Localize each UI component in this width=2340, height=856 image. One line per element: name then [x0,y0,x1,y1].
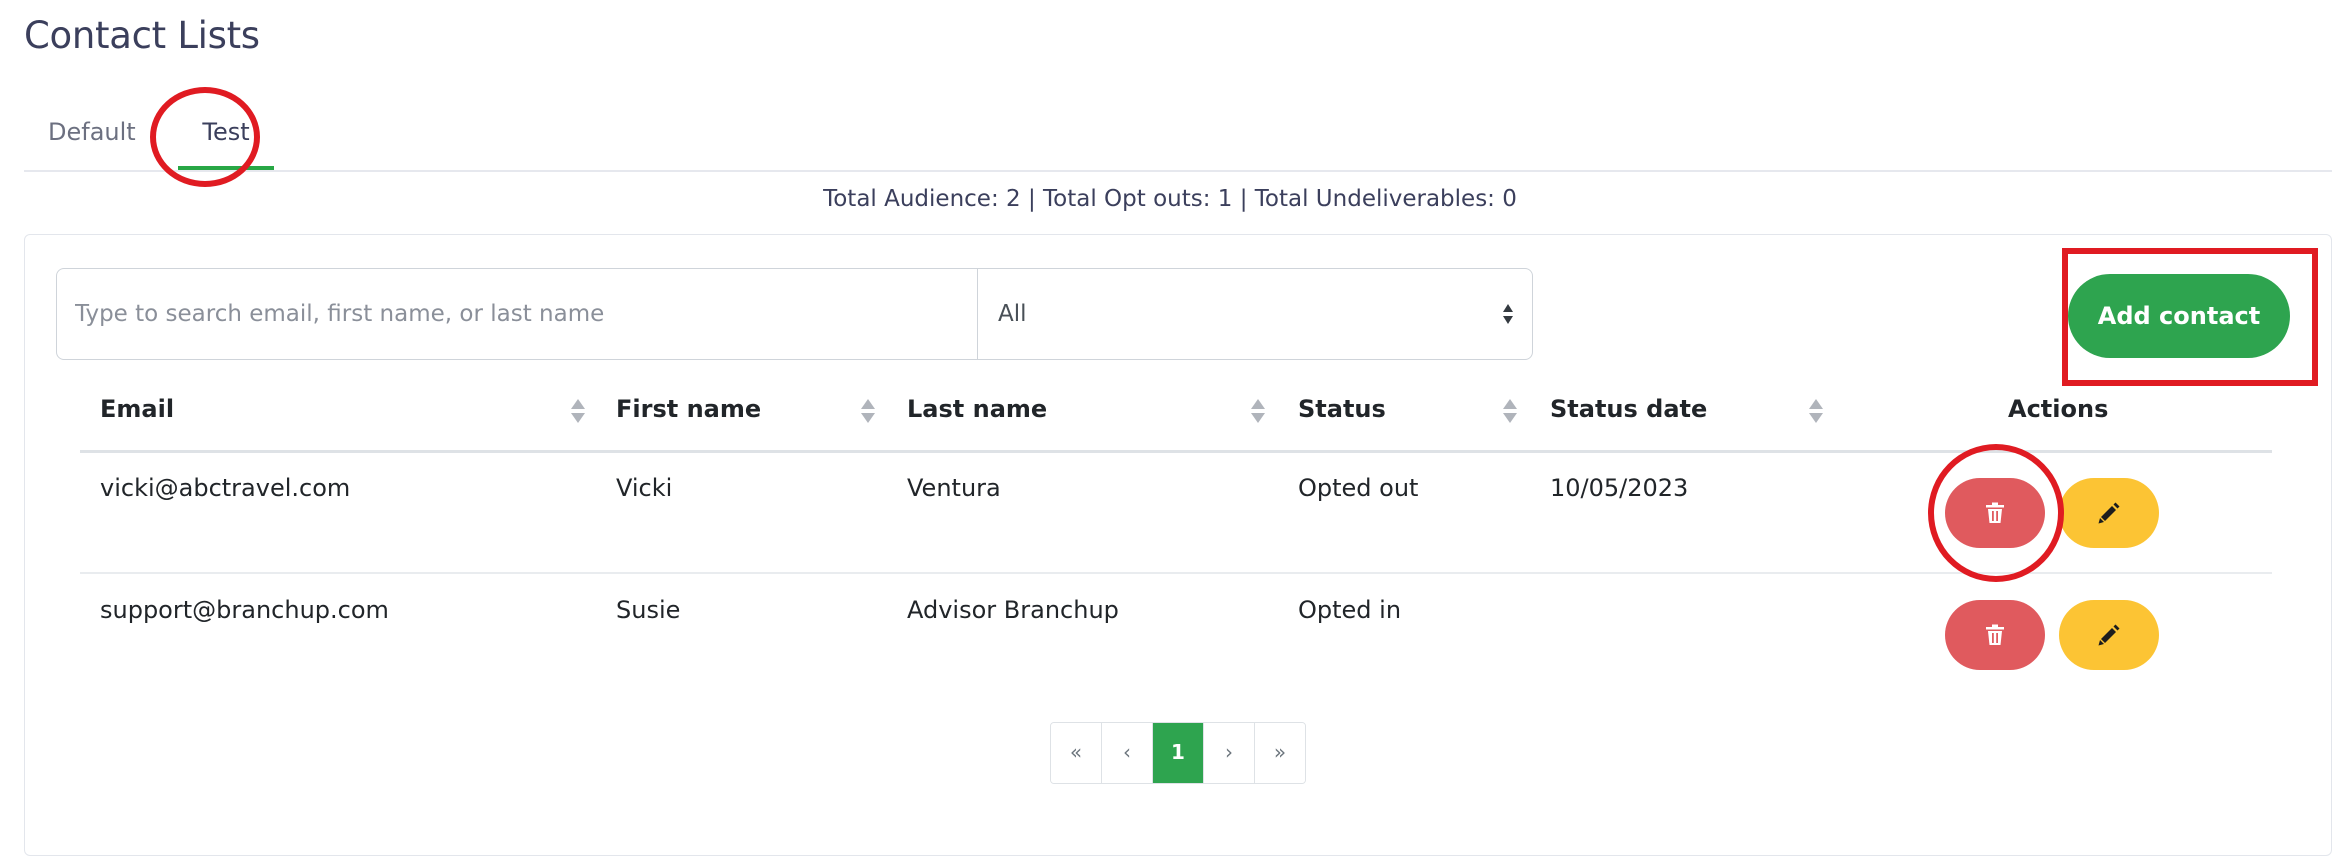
tab-default[interactable]: Default [48,110,136,170]
select-arrows-icon [1503,304,1513,324]
status-filter-value: All [998,301,1027,327]
edit-contact-button[interactable] [2059,478,2159,548]
column-header-first-name[interactable]: First name [616,372,761,450]
column-header-last-name[interactable]: Last name [907,372,1047,450]
column-header-email[interactable]: Email [100,372,174,450]
annotation-box-add-contact [2062,248,2318,386]
column-header-actions: Actions [2008,395,2109,423]
sort-icon[interactable] [1808,398,1824,424]
pagination-next[interactable]: › [1204,723,1255,783]
audience-summary: Total Audience: 2 | Total Opt outs: 1 | … [823,186,1517,212]
cell-email: vicki@abctravel.com [100,474,351,502]
status-filter-select[interactable]: All [978,269,1532,359]
cell-status: Opted out [1298,474,1419,502]
edit-contact-button[interactable] [2059,600,2159,670]
cell-status: Opted in [1298,596,1402,624]
delete-contact-button[interactable] [1945,600,2045,670]
cell-first-name: Susie [616,596,681,624]
pencil-icon [2098,624,2120,646]
cell-first-name: Vicki [616,474,673,502]
trash-icon [1986,624,2004,645]
pagination-prev[interactable]: ‹ [1102,723,1153,783]
pencil-icon [2098,502,2120,524]
sort-icon[interactable] [1250,398,1266,424]
search-filter-group: All [56,268,1533,360]
sort-icon[interactable] [860,398,876,424]
tab-bar: Default Test [24,110,2332,172]
cell-last-name: Advisor Branchup [907,596,1119,624]
pagination-page-1[interactable]: 1 [1153,723,1204,783]
annotation-circle-delete [1928,444,2064,582]
column-header-status[interactable]: Status [1298,372,1386,450]
pagination: « ‹ 1 › » [1050,722,1306,784]
table-row: support@branchup.com Susie Advisor Branc… [80,574,2272,694]
cell-email: support@branchup.com [100,596,389,624]
cell-status-date: 10/05/2023 [1550,474,1689,502]
annotation-circle-tab [150,87,260,187]
table-header: Email First name Last name Status Status… [80,372,2272,453]
column-header-status-date[interactable]: Status date [1550,372,1707,450]
sort-icon[interactable] [1502,398,1518,424]
page-title: Contact Lists [24,14,260,57]
cell-last-name: Ventura [907,474,1001,502]
search-input[interactable] [57,269,978,359]
sort-icon[interactable] [570,398,586,424]
pagination-last[interactable]: » [1255,723,1305,783]
pagination-first[interactable]: « [1051,723,1102,783]
